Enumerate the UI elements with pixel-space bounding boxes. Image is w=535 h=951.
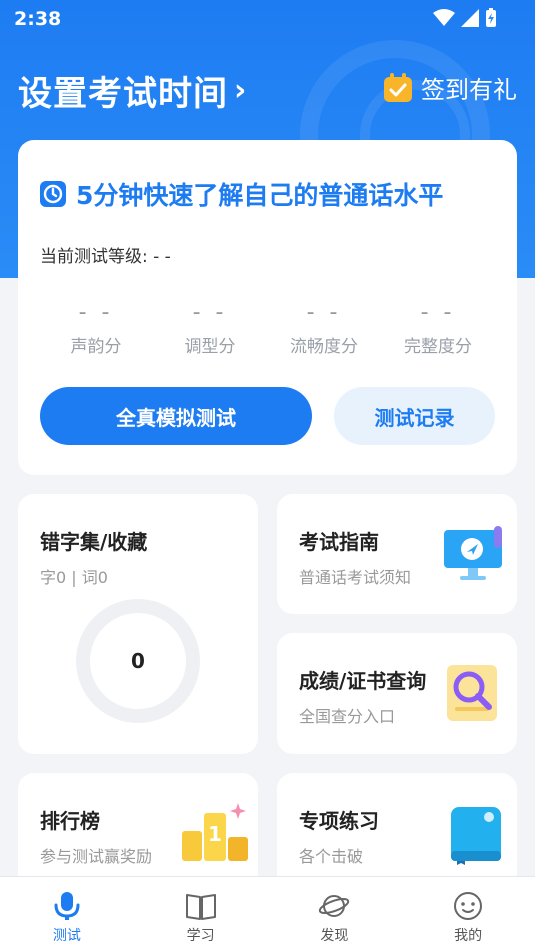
ranking-card[interactable]: 排行榜 参与测试赢奖励 1 [18,773,258,893]
status-time: 2:38 [14,8,62,30]
svg-text:1: 1 [208,822,222,846]
calendar-check-icon [384,72,412,102]
trophy-podium-icon: 1 [182,803,248,861]
book-icon [185,894,216,920]
score-label: 完整度分 [404,337,472,357]
wifi-icon [433,9,455,26]
tile-subtitle: 参与测试赢奖励 [40,847,153,866]
test-summary-card: 5分钟快速了解自己的普通话水平 当前测试等级: - - - - 声韵分 - - … [18,140,517,475]
score-query-card[interactable]: 成绩/证书查询 全国查分入口 [277,633,517,754]
nav-label: 学习 [186,928,215,944]
tile-title: 考试指南 [299,530,379,554]
level-label: 当前测试等级: [40,247,148,267]
score-breakdown: - - 声韵分 - - 调型分 - - 流畅度分 - - 完整度分 [18,300,517,357]
score-value: - - [420,300,456,325]
tile-title: 排行榜 [40,809,100,833]
nav-item-discover[interactable]: 发现 [268,877,402,951]
nav-label: 测试 [52,928,81,944]
signal-icon [461,9,479,27]
tile-title: 专项练习 [299,809,379,833]
tile-subtitle: 普通话考试须知 [299,568,412,587]
wrong-words-card[interactable]: 错字集/收藏 字0 | 词0 0 [18,494,258,754]
score-value: - - [306,300,342,325]
checkin-label: 签到有礼 [421,76,517,104]
score-value: - - [78,300,114,325]
exam-guide-card[interactable]: 考试指南 普通话考试须知 [277,494,517,614]
monitor-icon [444,526,502,580]
progress-ring: 0 [76,599,200,723]
full-mock-test-button[interactable]: 全真模拟测试 [40,387,312,445]
level-value: - - [153,247,171,267]
planet-icon [319,895,350,917]
tile-title: 成绩/证书查询 [299,669,427,693]
nav-item-mine[interactable]: 我的 [401,877,535,951]
score-label: 调型分 [184,337,236,357]
practice-book-icon [451,807,501,865]
tile-subtitle: 字0 | 词0 [40,568,108,587]
nav-label: 发现 [320,928,349,944]
score-item: - - 声韵分 [39,300,153,357]
tile-title: 错字集/收藏 [40,530,148,554]
score-value: - - [192,300,228,325]
bottom-nav: 测试 学习 发现 我的 [0,876,535,951]
score-label: 流畅度分 [290,337,358,357]
special-practice-card[interactable]: 专项练习 各个击破 [277,773,517,893]
card-heading: 5分钟快速了解自己的普通话水平 [76,181,444,210]
certificate-search-icon [447,665,497,721]
score-item: - - 完整度分 [381,300,495,357]
score-item: - - 调型分 [153,300,267,357]
score-label: 声韵分 [70,337,122,357]
chevron-right-icon: › [234,73,247,108]
ring-count: 0 [131,649,145,673]
nav-label: 我的 [454,928,483,944]
clock-icon [40,181,66,207]
status-bar: 2:38 [0,0,535,36]
tile-subtitle: 全国查分入口 [299,707,396,726]
exam-time-setting[interactable]: 设置考试时间 › [18,66,246,115]
tile-subtitle: 各个击破 [299,847,364,866]
microphone-icon [54,892,80,920]
status-icons [433,8,497,28]
card-heading-row: 5分钟快速了解自己的普通话水平 [40,176,443,212]
nav-item-test[interactable]: 测试 [0,877,134,951]
current-level: 当前测试等级: - - [40,242,171,267]
score-item: - - 流畅度分 [267,300,381,357]
checkin-button[interactable]: 签到有礼 [383,70,517,105]
face-icon [454,892,483,920]
battery-icon [486,8,496,27]
nav-item-study[interactable]: 学习 [134,877,268,951]
test-records-button[interactable]: 测试记录 [334,387,495,445]
page-title: 设置考试时间 [18,74,228,114]
